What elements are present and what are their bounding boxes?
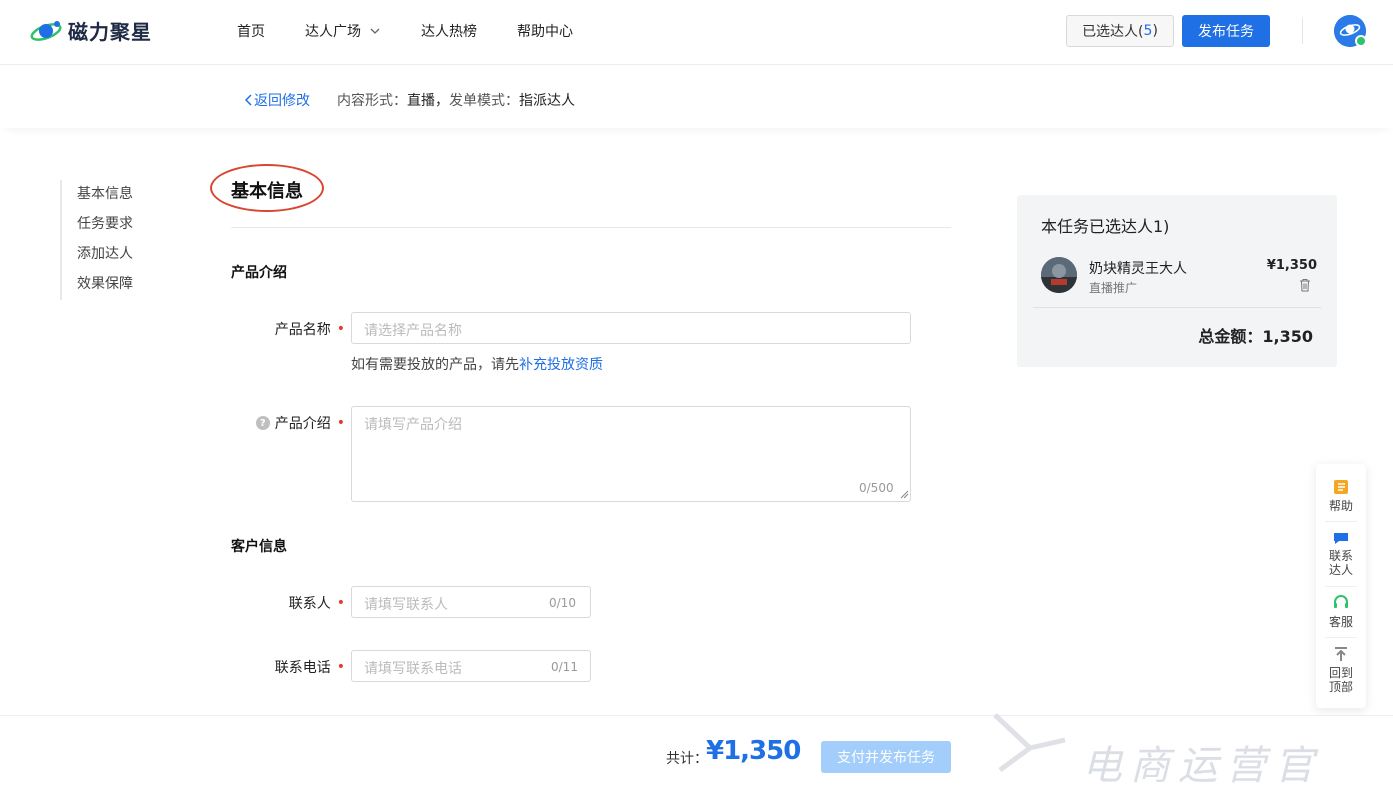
- top-label-line1: 回到: [1328, 666, 1353, 680]
- back-edit-label: 返回修改: [254, 93, 310, 109]
- anchor-task-requirements[interactable]: 任务要求: [77, 210, 133, 240]
- sum-label: 共计：: [666, 751, 708, 767]
- card-divider: [1033, 307, 1321, 308]
- nav-hot-list-label: 达人热榜: [421, 24, 477, 40]
- toolbar-divider: [1325, 637, 1357, 638]
- help-question-icon[interactable]: ?: [255, 416, 270, 430]
- product-name-select[interactable]: 请选择产品名称: [351, 312, 911, 344]
- selected-close-paren: ): [1152, 23, 1158, 39]
- chevron-left-icon: [244, 94, 252, 106]
- arrow-up-icon: [1335, 647, 1347, 661]
- delete-icon[interactable]: [1299, 278, 1311, 292]
- help-button[interactable]: 帮助: [1316, 478, 1366, 513]
- nav-home-label: 首页: [237, 24, 265, 40]
- creator-avatar: [1041, 257, 1077, 293]
- phone-label: 联系电话 •: [225, 657, 345, 677]
- toolbar-divider: [1325, 521, 1357, 522]
- phone-counter: 0/11: [551, 660, 578, 674]
- section-title-highlight: 基本信息: [210, 164, 324, 212]
- top-header: 磁力聚星 首页 达人广场 达人热榜 帮助中心 已选达人(5) 发布任务: [0, 0, 1393, 65]
- content-mode-info: 内容形式：直播，发单模式：指派达人: [337, 90, 575, 110]
- help-doc-icon: [1334, 480, 1348, 494]
- chat-icon: [1334, 533, 1348, 544]
- product-intro-counter: 0/500: [859, 481, 894, 495]
- card-title: 本任务已选达人1): [1041, 217, 1170, 236]
- verified-badge-icon: [1355, 35, 1367, 47]
- contact-label: 联系人 •: [225, 593, 345, 613]
- main-nav: 首页 达人广场 达人热榜 帮助中心: [237, 21, 613, 41]
- phone-label-text: 联系电话: [274, 660, 331, 676]
- hint-text: 如有需要投放的产品，请先: [351, 357, 519, 373]
- selected-label: 已选达人(: [1082, 24, 1144, 40]
- creator-name: 奶块精灵王大人: [1089, 261, 1187, 277]
- required-mark: •: [336, 415, 345, 431]
- anchor-add-creators[interactable]: 添加达人: [77, 240, 133, 270]
- chevron-down-icon: [370, 28, 380, 34]
- customer-service-button[interactable]: 客服: [1316, 594, 1366, 629]
- anchor-effect-guarantee[interactable]: 效果保障: [77, 270, 133, 300]
- dispatch-mode-value: 指派达人: [519, 93, 575, 109]
- creator-avatar-image: [1041, 257, 1077, 293]
- creator-type: 直播推广: [1089, 281, 1138, 295]
- total-amount: 总金额：1,350: [1198, 327, 1313, 346]
- product-name-label: 产品名称 •: [225, 319, 345, 339]
- header-divider: [1302, 18, 1303, 44]
- nav-home[interactable]: 首页: [237, 21, 265, 41]
- logo-icon: [30, 20, 62, 41]
- contact-label-text: 联系人: [288, 596, 331, 612]
- logo[interactable]: 磁力聚星: [30, 16, 152, 45]
- resize-handle-icon[interactable]: [900, 490, 909, 499]
- sum-amount: ¥1,350: [706, 736, 801, 766]
- top-label-line2: 顶部: [1328, 680, 1353, 694]
- publish-task-button[interactable]: 发布任务: [1182, 15, 1270, 47]
- info-separator: ，: [435, 93, 449, 109]
- sub-bar: 返回修改 内容形式：直播，发单模式：指派达人: [0, 66, 1393, 128]
- nav-creator-square[interactable]: 达人广场: [305, 21, 381, 41]
- back-edit-link[interactable]: 返回修改: [244, 90, 310, 110]
- selected-creators-button[interactable]: 已选达人(5): [1066, 15, 1174, 47]
- product-intro-textarea[interactable]: 请填写产品介绍: [351, 406, 911, 502]
- required-mark: •: [336, 595, 345, 611]
- pay-and-publish-button[interactable]: 支付并发布任务: [821, 741, 951, 773]
- anchor-basic-info[interactable]: 基本信息: [77, 180, 133, 210]
- floating-toolbar: 帮助 联系 达人 客服 回到 顶部: [1316, 464, 1366, 708]
- selected-count: 5: [1143, 23, 1153, 39]
- content-form-value: 直播: [407, 93, 435, 109]
- service-label: 客服: [1328, 615, 1353, 629]
- product-intro-label: ? 产品介绍 •: [225, 413, 345, 433]
- contact-counter: 0/10: [549, 596, 576, 610]
- section-anchor-menu: 基本信息 任务要求 添加达人 效果保障: [60, 180, 133, 300]
- nav-help-center-label: 帮助中心: [517, 24, 573, 40]
- section-title: 基本信息: [231, 181, 303, 202]
- required-mark: •: [336, 321, 345, 337]
- section-divider: [231, 227, 951, 228]
- customer-group-title: 客户信息: [231, 539, 287, 555]
- nav-creator-square-label: 达人广场: [305, 24, 361, 40]
- contact-creator-button[interactable]: 联系 达人: [1316, 530, 1366, 577]
- selected-creators-card: 本任务已选达人1) 奶块精灵王大人 直播推广 ¥1,350 总金额：1,350: [1017, 195, 1337, 367]
- required-mark: •: [336, 659, 345, 675]
- dispatch-mode-label: 发单模式：: [449, 93, 519, 109]
- content-form-label: 内容形式：: [337, 93, 407, 109]
- nav-hot-list[interactable]: 达人热榜: [421, 21, 477, 41]
- contact-label-line2: 达人: [1328, 563, 1353, 577]
- product-name-label-text: 产品名称: [274, 322, 331, 338]
- contact-label-line1: 联系: [1328, 549, 1353, 563]
- nav-help-center[interactable]: 帮助中心: [517, 21, 573, 41]
- qualification-hint: 如有需要投放的产品，请先补充投放资质: [351, 354, 603, 374]
- headset-icon: [1334, 595, 1348, 608]
- help-label: 帮助: [1328, 499, 1353, 513]
- creator-row: 奶块精灵王大人 直播推广 ¥1,350: [1041, 257, 1317, 295]
- toolbar-divider: [1325, 586, 1357, 587]
- creator-price: ¥1,350: [1266, 258, 1317, 273]
- logo-text: 磁力聚星: [68, 20, 152, 44]
- product-intro-label-text: 产品介绍: [274, 416, 331, 432]
- watermark-text: 电商运营官: [1082, 743, 1322, 789]
- supplement-qualification-link[interactable]: 补充投放资质: [519, 357, 603, 373]
- back-to-top-button[interactable]: 回到 顶部: [1316, 645, 1366, 694]
- product-group-title: 产品介绍: [231, 265, 287, 281]
